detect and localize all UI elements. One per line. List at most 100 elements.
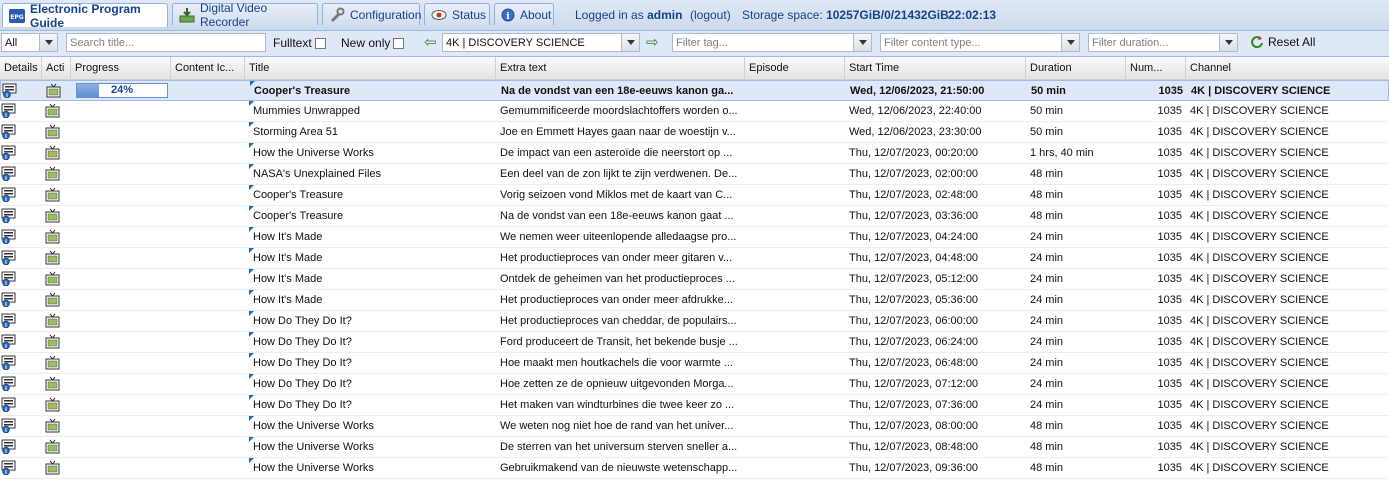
details-icon[interactable]: i <box>1 355 16 373</box>
record-tv-icon[interactable] <box>45 103 60 121</box>
previous-channel-arrow-icon[interactable]: ⇦ <box>424 35 437 50</box>
table-row[interactable]: i How Do They Do It? Het maken van windtur… <box>0 395 1389 416</box>
table-row[interactable]: i How the Universe Works De impact van een… <box>0 143 1389 164</box>
title-cell[interactable]: How It's Made <box>249 248 496 268</box>
column-header-extra-text[interactable]: Extra text <box>496 57 745 79</box>
details-icon[interactable]: i <box>1 460 16 478</box>
record-tv-icon[interactable] <box>45 166 60 184</box>
table-row[interactable]: i Mummies Unwrapped Gemummificeerde moords… <box>0 101 1389 122</box>
content-type-filter[interactable]: Filter content type... <box>880 33 1080 52</box>
title-cell[interactable]: How Do They Do It? <box>249 311 496 331</box>
title-cell[interactable]: How Do They Do It? <box>249 395 496 415</box>
details-icon[interactable]: i <box>1 103 16 121</box>
details-icon[interactable]: i <box>1 397 16 415</box>
table-row[interactable]: i How Do They Do It? Het productieproces v… <box>0 311 1389 332</box>
tag-filter[interactable]: Filter tag... <box>672 33 872 52</box>
tab-dvr[interactable]: Digital Video Recorder <box>172 1 318 29</box>
record-tv-icon[interactable] <box>45 418 60 436</box>
chevron-down-icon[interactable] <box>39 34 57 51</box>
column-header-content-icons[interactable]: Content Ic... <box>171 57 245 79</box>
record-tv-icon[interactable] <box>45 313 60 331</box>
table-row[interactable]: i How the Universe Works De sterren van he… <box>0 437 1389 458</box>
details-icon[interactable]: i <box>1 229 16 247</box>
record-tv-icon[interactable] <box>45 397 60 415</box>
record-tv-icon[interactable] <box>45 124 60 142</box>
table-row[interactable]: i Cooper's Treasure Na de vondst van een 1… <box>0 206 1389 227</box>
title-cell[interactable]: Storming Area 51 <box>249 122 496 142</box>
details-icon[interactable]: i <box>1 187 16 205</box>
details-icon[interactable]: i <box>1 418 16 436</box>
table-row[interactable]: i 24% Cooper's Treasure Na de vondst van ee… <box>0 80 1389 101</box>
record-tv-icon[interactable] <box>45 250 60 268</box>
details-icon[interactable]: i <box>2 83 17 101</box>
chevron-down-icon[interactable] <box>853 34 871 51</box>
table-row[interactable]: i How It's Made Het productieproces van on… <box>0 290 1389 311</box>
title-cell[interactable]: How Do They Do It? <box>249 332 496 352</box>
record-tv-icon[interactable] <box>45 376 60 394</box>
details-icon[interactable]: i <box>1 124 16 142</box>
search-input[interactable]: Search title... <box>66 33 266 52</box>
record-tv-icon[interactable] <box>45 334 60 352</box>
title-cell[interactable]: How Do They Do It? <box>249 374 496 394</box>
table-row[interactable]: i Cooper's Treasure Vorig seizoen vond Mik… <box>0 185 1389 206</box>
column-header-episode[interactable]: Episode <box>745 57 845 79</box>
record-tv-icon[interactable] <box>45 439 60 457</box>
tab-about[interactable]: i About <box>494 3 554 25</box>
tab-configuration[interactable]: Configuration <box>322 3 421 25</box>
fulltext-checkbox[interactable] <box>315 38 326 49</box>
title-cell[interactable]: How Do They Do It? <box>249 353 496 373</box>
table-row[interactable]: i Storming Area 51 Joe en Emmett Hayes gaa… <box>0 122 1389 143</box>
title-cell[interactable]: Mummies Unwrapped <box>249 101 496 121</box>
details-icon[interactable]: i <box>1 166 16 184</box>
table-row[interactable]: i How It's Made We nemen weer uiteenlopend… <box>0 227 1389 248</box>
title-cell[interactable]: How the Universe Works <box>249 416 496 436</box>
record-tv-icon[interactable] <box>45 460 60 478</box>
column-header-number[interactable]: Num... <box>1126 57 1186 79</box>
record-tv-icon[interactable] <box>45 187 60 205</box>
reset-all-button[interactable]: Reset All <box>1250 35 1315 49</box>
details-icon[interactable]: i <box>1 334 16 352</box>
title-cell[interactable]: How the Universe Works <box>249 458 496 478</box>
new-only-checkbox[interactable] <box>393 38 404 49</box>
details-icon[interactable]: i <box>1 439 16 457</box>
details-icon[interactable]: i <box>1 271 16 289</box>
column-header-channel[interactable]: Channel <box>1186 57 1389 79</box>
title-cell[interactable]: How the Universe Works <box>249 437 496 457</box>
column-header-title[interactable]: Title <box>245 57 496 79</box>
title-cell[interactable]: NASA's Unexplained Files <box>249 164 496 184</box>
column-header-progress[interactable]: Progress <box>71 57 171 79</box>
chevron-down-icon[interactable] <box>1219 34 1237 51</box>
details-icon[interactable]: i <box>1 145 16 163</box>
table-row[interactable]: i How It's Made Ontdek de geheimen van het… <box>0 269 1389 290</box>
chevron-down-icon[interactable] <box>1061 34 1079 51</box>
title-cell[interactable]: How the Universe Works <box>249 143 496 163</box>
tab-status[interactable]: Status <box>424 3 490 25</box>
next-channel-arrow-icon[interactable]: ⇨ <box>646 35 659 50</box>
table-row[interactable]: i How Do They Do It? Hoe maakt men houtkac… <box>0 353 1389 374</box>
table-row[interactable]: i How the Universe Works We weten nog niet… <box>0 416 1389 437</box>
table-row[interactable]: i NASA's Unexplained Files Een deel van de… <box>0 164 1389 185</box>
record-tv-icon[interactable] <box>45 229 60 247</box>
table-row[interactable]: i How the Universe Works Gebruikmakend van… <box>0 458 1389 479</box>
title-cell[interactable]: How It's Made <box>249 290 496 310</box>
column-header-duration[interactable]: Duration <box>1026 57 1126 79</box>
details-icon[interactable]: i <box>1 292 16 310</box>
details-icon[interactable]: i <box>1 376 16 394</box>
title-cell[interactable]: Cooper's Treasure <box>249 185 496 205</box>
record-tv-icon[interactable] <box>46 83 61 101</box>
table-row[interactable]: i How Do They Do It? Ford produceert de Tr… <box>0 332 1389 353</box>
title-cell[interactable]: Cooper's Treasure <box>249 206 496 226</box>
table-row[interactable]: i How It's Made Het productieproces van on… <box>0 248 1389 269</box>
chevron-down-icon[interactable] <box>621 34 639 51</box>
details-icon[interactable]: i <box>1 313 16 331</box>
title-cell[interactable]: Cooper's Treasure <box>250 81 497 101</box>
logout-link[interactable]: (logout) <box>690 8 731 22</box>
duration-filter[interactable]: Filter duration... <box>1088 33 1238 52</box>
details-icon[interactable]: i <box>1 250 16 268</box>
record-tv-icon[interactable] <box>45 145 60 163</box>
table-row[interactable]: i How Do They Do It? Hoe zetten ze de opni… <box>0 374 1389 395</box>
column-header-details[interactable]: Details <box>0 57 42 79</box>
record-tv-icon[interactable] <box>45 208 60 226</box>
title-cell[interactable]: How It's Made <box>249 269 496 289</box>
tab-epg[interactable]: EPG Electronic Program Guide <box>2 2 168 30</box>
